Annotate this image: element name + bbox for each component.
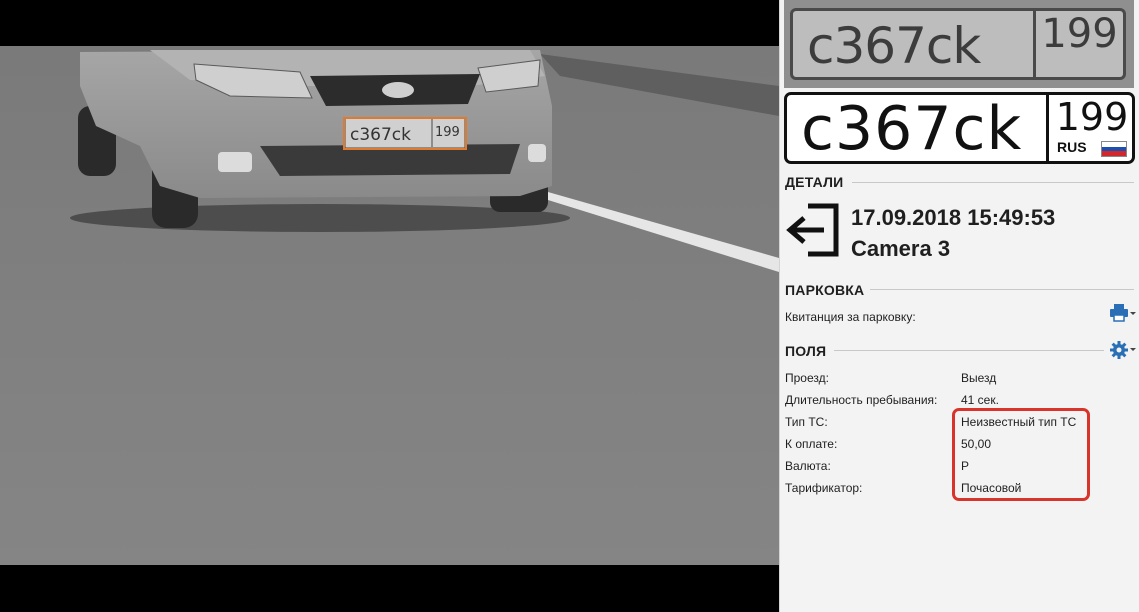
printer-icon[interactable] xyxy=(1110,304,1136,322)
highlight-box xyxy=(952,408,1090,501)
field-label-proezd: Проезд: xyxy=(785,371,829,385)
plate-country: RUS xyxy=(1057,139,1087,155)
fields-divider xyxy=(834,350,1104,351)
parking-divider xyxy=(870,289,1134,290)
details-panel: c367ck 199 c367ck 199 RUS ДЕТАЛИ 17.09.2… xyxy=(779,0,1139,612)
fields-section-title: ПОЛЯ xyxy=(785,343,827,359)
plate-number: c367ck xyxy=(801,94,1023,164)
parking-receipt-label: Квитанция за парковку: xyxy=(785,310,916,324)
event-datetime: 17.09.2018 15:49:53 xyxy=(851,205,1056,230)
plate-crop-image: c367ck 199 xyxy=(784,0,1134,88)
details-divider xyxy=(852,182,1134,183)
russia-flag-icon xyxy=(1101,141,1127,157)
plate-crop-region: 199 xyxy=(1033,11,1123,77)
plate-crop-number: c367ck xyxy=(807,17,981,75)
details-section-title: ДЕТАЛИ xyxy=(785,174,844,190)
plate-region: 199 xyxy=(1055,95,1129,139)
gear-icon[interactable] xyxy=(1110,340,1136,360)
recognized-plate: c367ck 199 RUS xyxy=(784,92,1135,164)
field-value-proezd: Выезд xyxy=(961,371,997,385)
plate-region-block: 199 RUS xyxy=(1046,95,1132,161)
field-label-currency: Валюта: xyxy=(785,459,831,473)
camera-viewer: c367ck 199 xyxy=(0,0,779,612)
field-label-vehicle-type: Тип ТС: xyxy=(785,415,828,429)
event-camera: Camera 3 xyxy=(851,236,951,261)
parking-section-title: ПАРКОВКА xyxy=(785,282,865,298)
field-label-amount-due: К оплате: xyxy=(785,437,838,451)
field-label-tariff: Тарификатор: xyxy=(785,481,863,495)
exit-icon xyxy=(786,203,839,257)
field-value-duration: 41 сек. xyxy=(961,393,999,407)
field-label-duration: Длительность пребывания: xyxy=(785,393,938,407)
detected-plate-box xyxy=(343,117,467,150)
